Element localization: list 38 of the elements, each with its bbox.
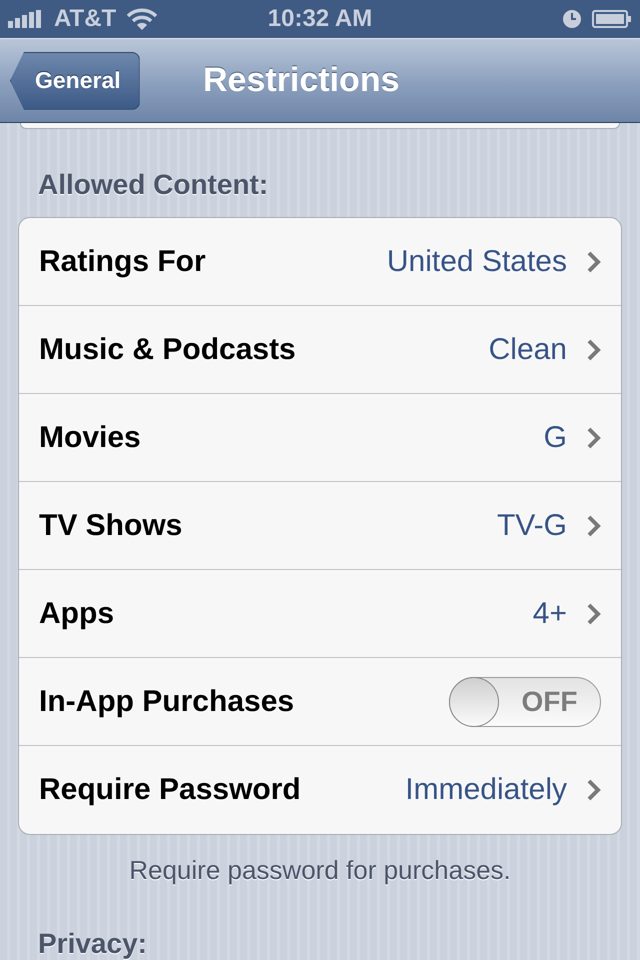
nav-title: Restrictions: [203, 61, 400, 100]
signal-icon: [8, 10, 44, 28]
battery-icon: [592, 9, 632, 30]
settings-row[interactable]: Apps 4+: [19, 570, 621, 658]
row-label: Ratings For: [39, 244, 206, 278]
settings-row[interactable]: In-App Purchases OFF: [19, 658, 621, 746]
row-label: Music & Podcasts: [39, 332, 296, 366]
chevron-icon: [587, 514, 601, 536]
chevron-icon: [587, 602, 601, 624]
row-value: Clean: [488, 332, 567, 366]
section-header: Privacy:: [37, 927, 148, 960]
row-value: G: [544, 420, 567, 454]
wifi-icon: [126, 8, 158, 30]
settings-row[interactable]: TV Shows TV-G: [19, 482, 621, 570]
settings-row[interactable]: Ratings For United States: [19, 218, 621, 306]
settings-row[interactable]: Music & Podcasts Clean: [19, 306, 621, 394]
chevron-icon: [587, 779, 601, 801]
row-label: Movies: [39, 420, 141, 454]
section-footer: Require password for purchases.: [18, 835, 622, 886]
settings-row[interactable]: Movies G: [19, 394, 621, 482]
clock-icon: [562, 9, 582, 30]
row-label: TV Shows: [39, 508, 182, 542]
row-value: Immediately: [405, 773, 567, 807]
settings-row[interactable]: Require Password Immediately: [19, 746, 621, 834]
status-time: 10:32 AM: [268, 5, 372, 34]
chevron-icon: [587, 338, 601, 360]
carrier-name: AT&T: [54, 5, 116, 34]
row-value: 4+: [532, 596, 567, 630]
row-value: TV-G: [496, 508, 567, 542]
toggle-switch[interactable]: OFF: [449, 676, 601, 726]
chevron-icon: [587, 426, 601, 448]
back-button[interactable]: General: [10, 52, 140, 110]
row-label: Apps: [39, 596, 114, 630]
section-header: Allowed Content:: [37, 168, 270, 202]
chevron-icon: [587, 250, 601, 272]
row-label: In-App Purchases: [39, 684, 294, 718]
row-label: Require Password: [39, 773, 301, 807]
row-value: United States: [386, 244, 567, 278]
